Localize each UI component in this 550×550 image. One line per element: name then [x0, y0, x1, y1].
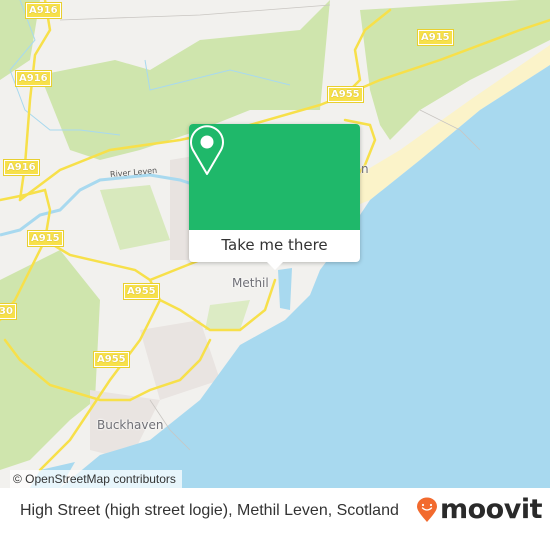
map-attribution[interactable]: © OpenStreetMap contributors	[10, 470, 182, 488]
moovit-logo[interactable]: moovit	[416, 494, 543, 525]
place-label-methil[interactable]: Methil	[232, 276, 269, 290]
park-area	[100, 185, 170, 250]
road-shield-a915: A915	[417, 29, 454, 46]
road-shield-a955: A955	[123, 283, 160, 300]
map-pin-icon	[190, 125, 224, 175]
footer: High Street (high street logie), Methil …	[0, 488, 550, 550]
road-shield-a916: A916	[15, 70, 52, 87]
location-title: High Street (high street logie), Methil …	[20, 502, 399, 519]
park-area	[205, 300, 250, 330]
urban-area	[140, 320, 220, 400]
road-shield-a916: A916	[3, 159, 40, 176]
place-label-buckhaven[interactable]: Buckhaven	[97, 418, 163, 432]
harbour	[278, 268, 292, 310]
road-shield-a915: A915	[27, 230, 64, 247]
road-shield-a930: 30	[0, 303, 17, 320]
road-shield-a955: A955	[327, 86, 364, 103]
popup-header	[189, 124, 360, 230]
map-view[interactable]: A916 A916 A916 A915 A955 A915 A955 A955 …	[0, 0, 550, 488]
location-popup: Take me there	[189, 124, 360, 270]
place-label-leven[interactable]: n	[361, 162, 369, 176]
moovit-pin-icon	[417, 497, 437, 522]
road-shield-a916: A916	[25, 2, 62, 19]
road-shield-a955: A955	[93, 351, 130, 368]
brand-name: moovit	[440, 494, 543, 525]
park-area	[0, 250, 100, 470]
take-me-there-button[interactable]: Take me there	[189, 230, 360, 262]
popup-pointer	[267, 262, 283, 270]
